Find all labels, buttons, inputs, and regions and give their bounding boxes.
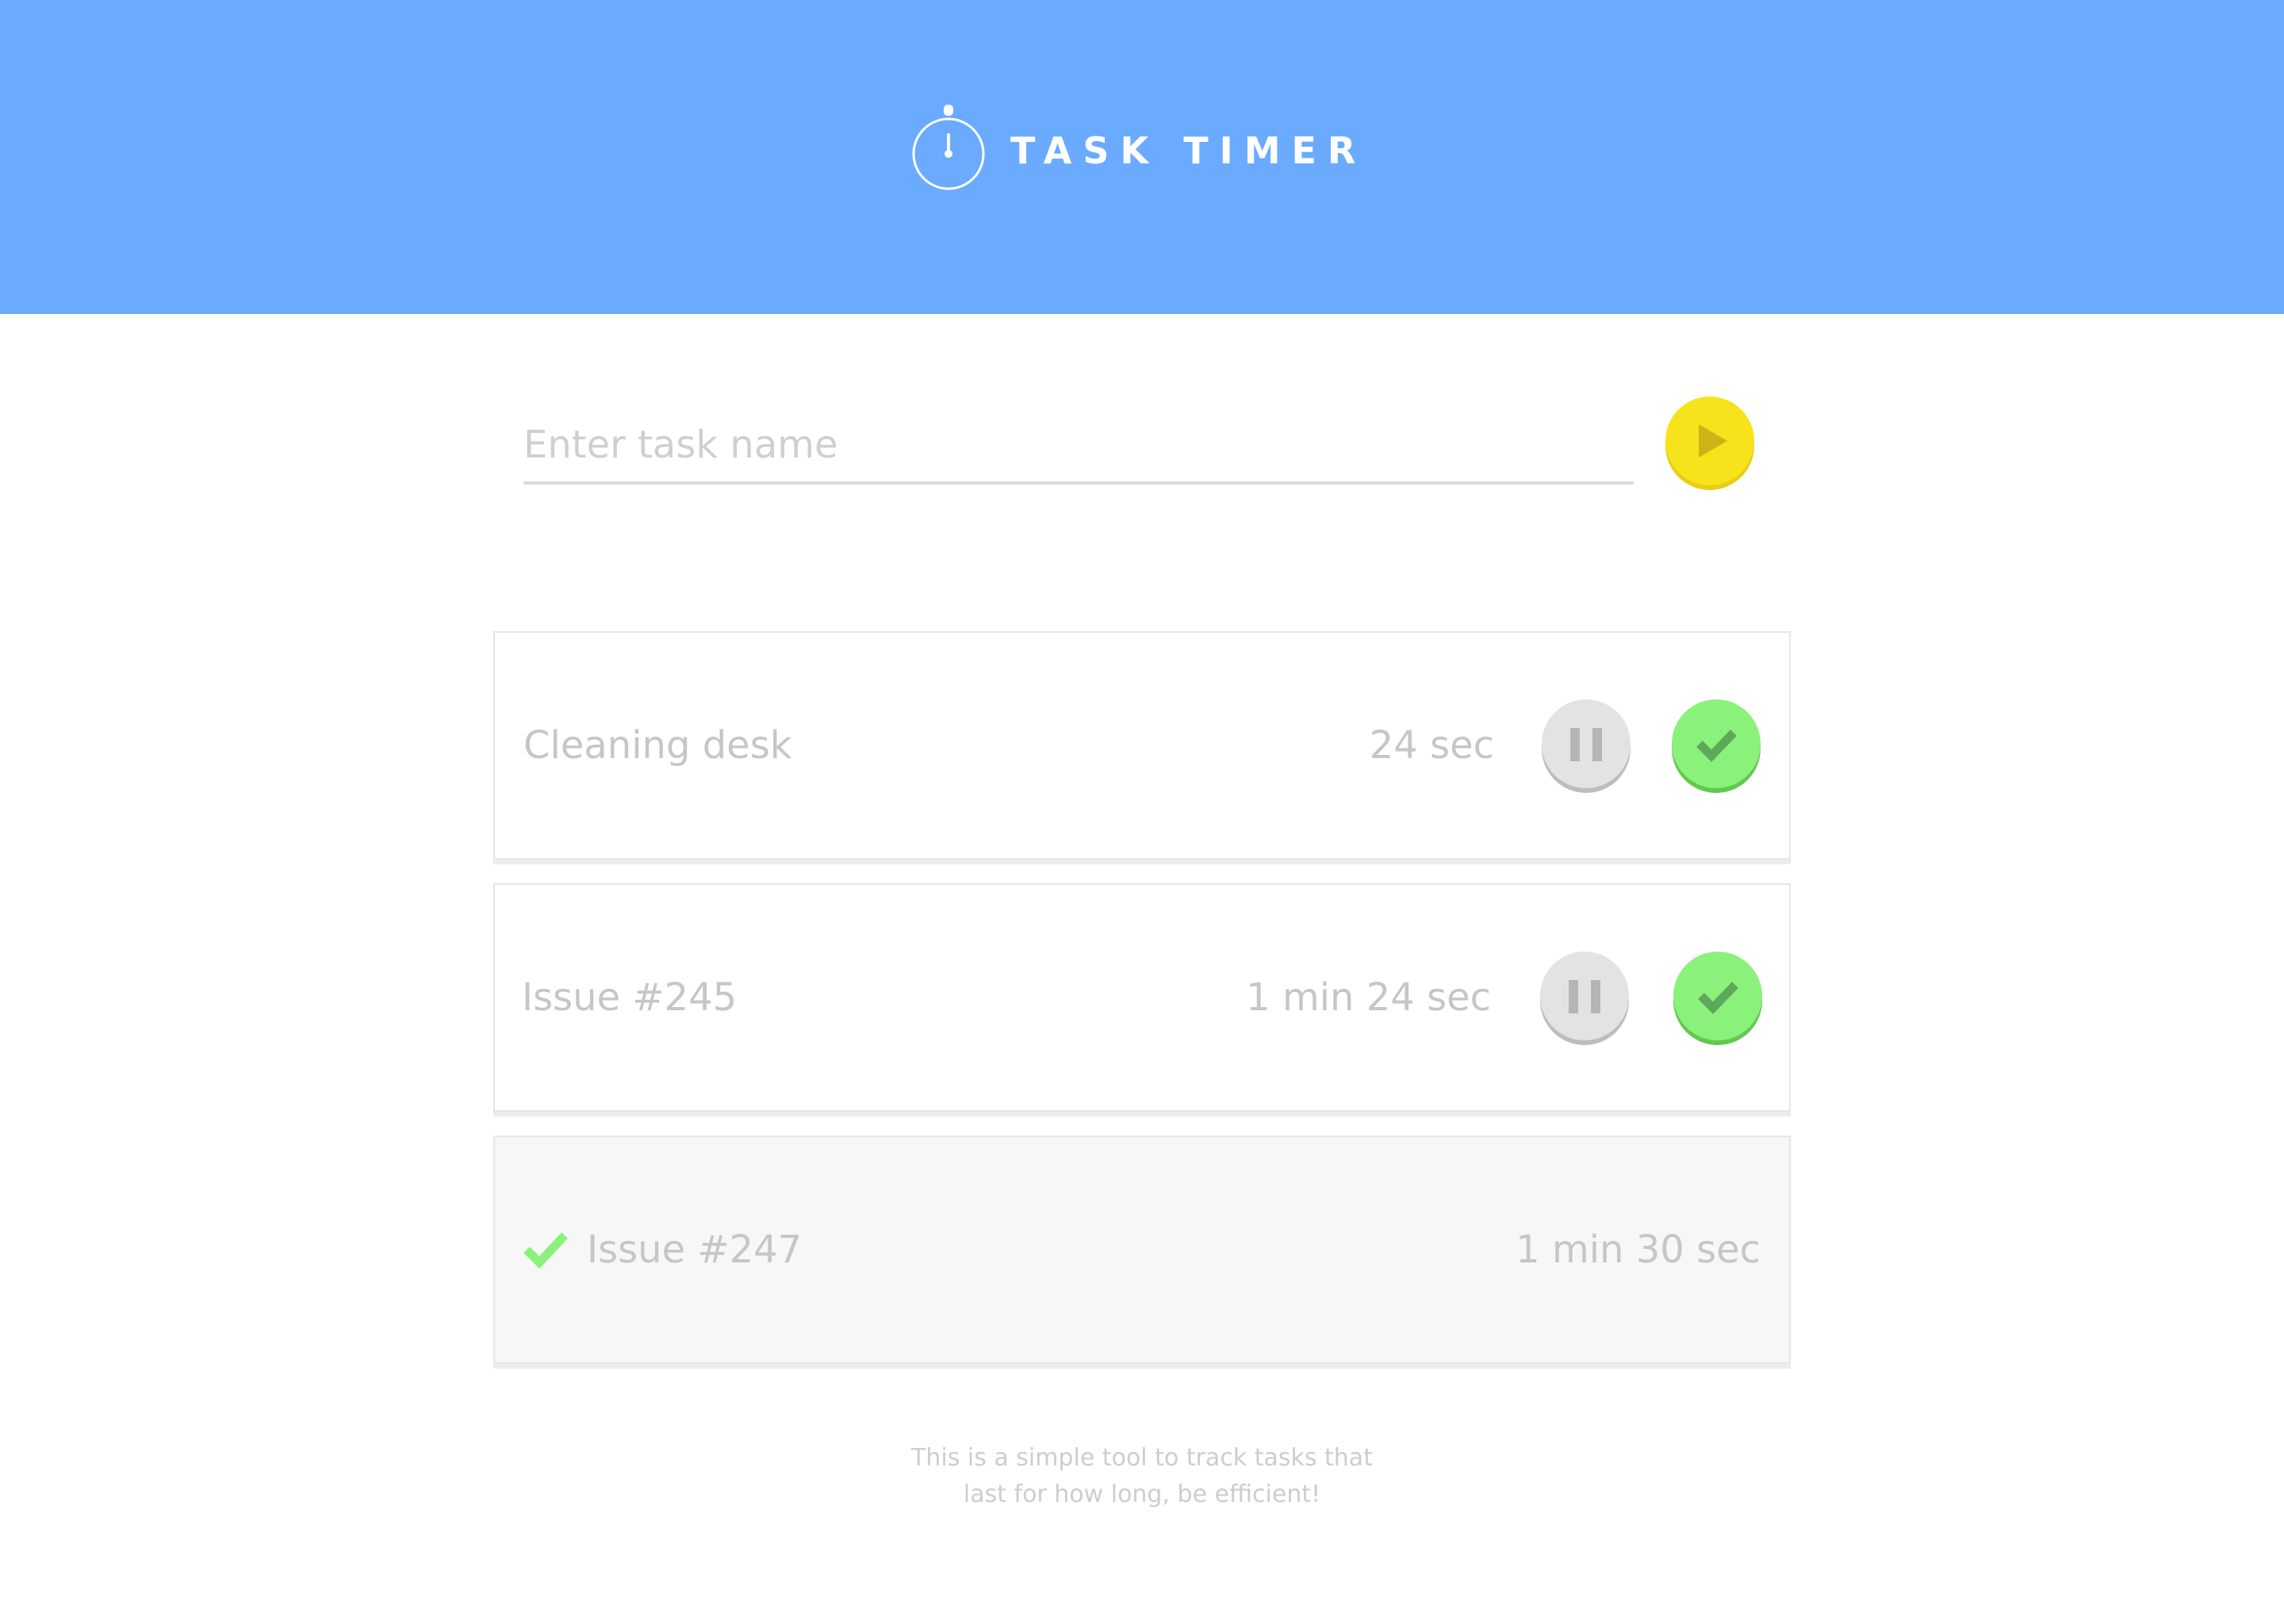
task-name: Cleaning desk: [523, 723, 792, 768]
check-icon: [1673, 952, 1762, 1045]
pause-button[interactable]: [1542, 699, 1631, 795]
app-header: TASK TIMER: [0, 0, 2284, 314]
task-name: Issue #247: [587, 1228, 803, 1272]
complete-button[interactable]: [1672, 699, 1761, 795]
play-icon: [1665, 396, 1754, 490]
pause-icon: [1542, 699, 1631, 793]
footer-description: This is a simple tool to track tasks tha…: [825, 1440, 1459, 1513]
task-card: Issue #245 1 min 24 sec: [493, 883, 1791, 1112]
start-task-button[interactable]: [1665, 396, 1754, 490]
task-elapsed-time: 24 sec: [1369, 723, 1494, 768]
check-icon: [1672, 699, 1761, 793]
brand: TASK TIMER: [909, 103, 1366, 195]
task-elapsed-time: 1 min 30 sec: [1516, 1228, 1761, 1272]
task-card-completed: Issue #247 1 min 30 sec: [493, 1136, 1791, 1364]
footer-line: last for how long, be efficient!: [963, 1480, 1321, 1508]
app-title: TASK TIMER: [1010, 129, 1367, 172]
pause-button[interactable]: [1540, 952, 1629, 1047]
complete-button[interactable]: [1673, 952, 1762, 1047]
stopwatch-icon: [909, 103, 988, 195]
footer-line: This is a simple tool to track tasks tha…: [911, 1444, 1373, 1472]
task-name: Issue #245: [522, 975, 738, 1020]
task-card: Cleaning desk 24 sec: [493, 631, 1791, 860]
task-elapsed-time: 1 min 24 sec: [1246, 975, 1491, 1020]
pause-icon: [1540, 952, 1629, 1045]
check-icon: [523, 1231, 569, 1270]
task-name-input[interactable]: [523, 408, 1634, 485]
